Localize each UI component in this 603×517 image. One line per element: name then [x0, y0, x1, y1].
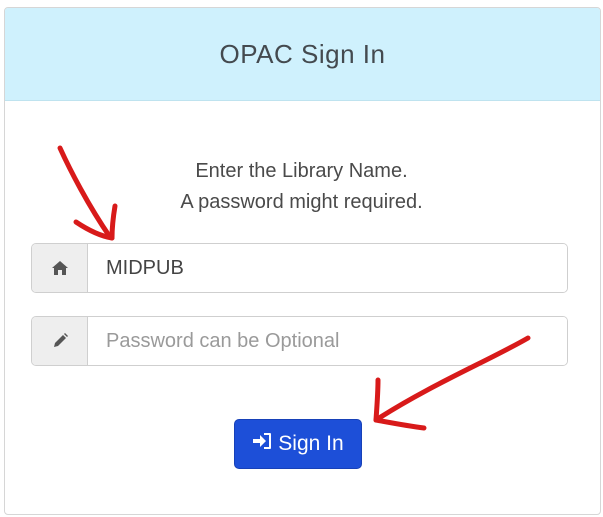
instruction-line-2: A password might required. — [180, 191, 423, 213]
library-name-group — [31, 243, 568, 293]
page-title: OPAC Sign In — [219, 38, 386, 69]
sign-in-icon — [252, 432, 272, 456]
home-icon — [32, 244, 88, 292]
panel-header: OPAC Sign In — [5, 8, 600, 101]
sign-in-label: Sign In — [278, 432, 344, 455]
library-name-input[interactable] — [88, 244, 567, 292]
sign-in-button[interactable]: Sign In — [234, 419, 362, 469]
password-group — [31, 316, 568, 366]
instruction-line-1: Enter the Library Name. — [195, 160, 408, 182]
instructions: Enter the Library Name. A password might… — [0, 156, 603, 218]
password-input[interactable] — [88, 317, 567, 365]
pencil-icon — [32, 317, 88, 365]
